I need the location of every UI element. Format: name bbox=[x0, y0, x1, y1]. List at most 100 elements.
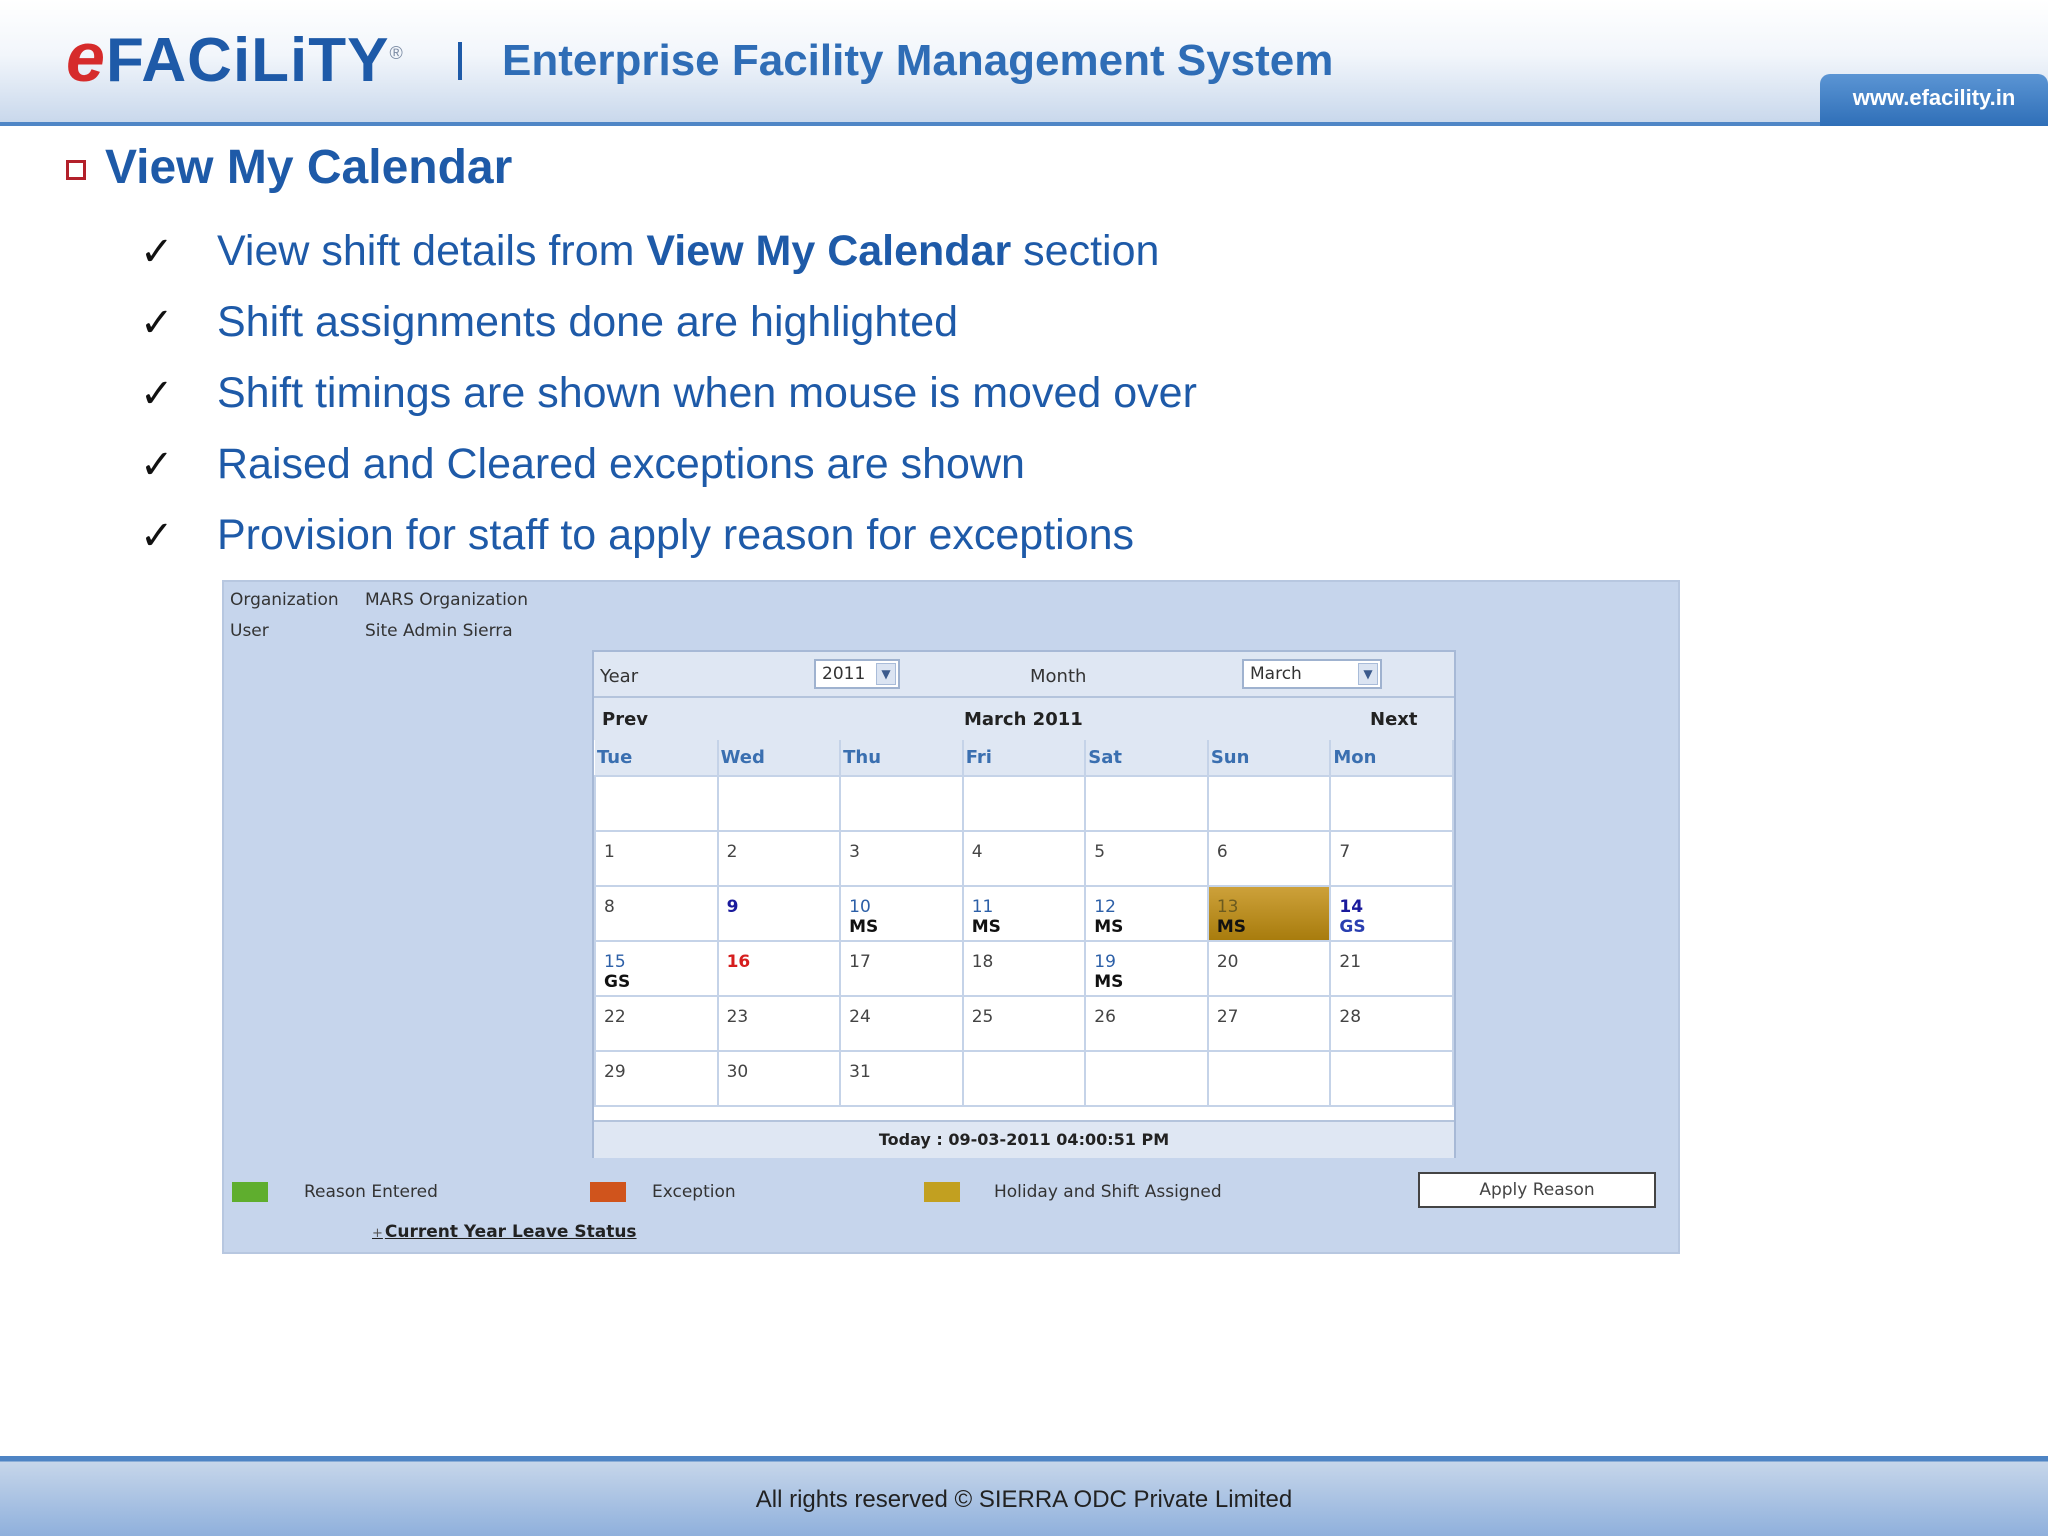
calendar-day-cell bbox=[1329, 1050, 1454, 1107]
calendar-day-cell-shift[interactable]: 12 MS bbox=[1084, 885, 1209, 942]
header-divider bbox=[458, 42, 462, 80]
day-number: 27 bbox=[1216, 1007, 1239, 1027]
calendar-day-cell[interactable]: 29 bbox=[594, 1050, 719, 1107]
next-month-link[interactable]: Next bbox=[1370, 709, 1418, 730]
calendar-day-cell[interactable]: 3 bbox=[839, 830, 964, 887]
day-number: 20 bbox=[1216, 952, 1239, 972]
checkmark-icon: ✓ bbox=[140, 299, 174, 346]
shift-code: MS bbox=[849, 917, 879, 937]
calendar-day-cell-shift[interactable]: 10 MS bbox=[839, 885, 964, 942]
calendar-day-cell[interactable]: 26 bbox=[1084, 995, 1209, 1052]
shift-code: MS bbox=[1216, 917, 1246, 937]
calendar-day-cell[interactable]: 31 bbox=[839, 1050, 964, 1107]
calendar-day-cell[interactable]: 6 bbox=[1206, 830, 1332, 887]
site-url-tab[interactable]: www.efacility.in bbox=[1820, 74, 2048, 126]
expand-plus-icon[interactable]: + bbox=[372, 1226, 383, 1241]
calendar-day-cell[interactable]: 1 bbox=[594, 830, 719, 887]
calendar-day-cell[interactable]: 25 bbox=[961, 995, 1087, 1052]
leave-status-text[interactable]: Current Year Leave Status bbox=[385, 1222, 637, 1242]
calendar-day-cell[interactable]: 4 bbox=[961, 830, 1087, 887]
calendar-day-cell bbox=[594, 775, 719, 832]
year-label: Year bbox=[600, 666, 639, 687]
day-number: 29 bbox=[604, 1062, 626, 1082]
day-number: 14 bbox=[1339, 897, 1364, 917]
day-number: 23 bbox=[726, 1007, 749, 1027]
header-title: Enterprise Facility Management System bbox=[502, 36, 1334, 85]
day-number: 31 bbox=[849, 1062, 871, 1082]
day-number: 11 bbox=[971, 897, 994, 917]
calendar-filter-bar: Year 2011 ▼ Month March ▼ bbox=[594, 652, 1454, 698]
calendar-day-cell[interactable]: 9 bbox=[716, 885, 842, 942]
calendar-day-cell-shift[interactable]: 19 MS bbox=[1084, 940, 1209, 997]
calendar-day-cell[interactable]: 24 bbox=[839, 995, 964, 1052]
month-label: Month bbox=[1030, 666, 1087, 687]
calendar-day-cell[interactable]: 21 bbox=[1329, 940, 1454, 997]
calendar-nav-bar: Prev March 2011 Next bbox=[594, 698, 1454, 740]
efacility-logo: eFACiLiTY® bbox=[66, 22, 404, 95]
calendar-day-cell[interactable]: 8 bbox=[594, 885, 719, 942]
logo-wordmark: FACiLiTY bbox=[105, 26, 390, 95]
calendar-day-cell-shift[interactable]: 15 GS bbox=[594, 940, 719, 997]
checkmark-icon: ✓ bbox=[140, 441, 174, 488]
calendar-day-cell-shift[interactable]: 14 GS bbox=[1329, 885, 1454, 942]
day-number: 12 bbox=[1094, 897, 1116, 917]
slide-footer: All rights reserved © SIERRA ODC Private… bbox=[0, 1456, 2048, 1536]
feature-text: Shift timings are shown when mouse is mo… bbox=[217, 369, 1197, 417]
calendar-day-cell[interactable]: 17 bbox=[839, 940, 964, 997]
day-number: 3 bbox=[849, 842, 860, 862]
day-number: 9 bbox=[726, 897, 739, 917]
calendar-day-cell bbox=[716, 775, 842, 832]
calendar-week-row: 8 9 10 MS 11 MS 12 MS 13 MS 14 GS bbox=[594, 885, 1454, 942]
calendar-day-cell[interactable]: 20 bbox=[1206, 940, 1332, 997]
user-row: User Site Admin Sierra bbox=[230, 621, 513, 641]
feature-item: ✓ View shift details from View My Calend… bbox=[140, 216, 1197, 287]
day-number: 21 bbox=[1339, 952, 1362, 972]
day-number: 25 bbox=[971, 1007, 994, 1027]
calendar-day-cell bbox=[1206, 775, 1332, 832]
slide-title: View My Calendar bbox=[105, 141, 513, 194]
checkmark-icon: ✓ bbox=[140, 228, 174, 275]
calendar-day-cell[interactable]: 22 bbox=[594, 995, 719, 1052]
day-number: 19 bbox=[1094, 952, 1116, 972]
feature-list: ✓ View shift details from View My Calend… bbox=[140, 216, 1197, 571]
calendar-week-row: 15 GS 16 17 18 19 MS 20 21 bbox=[594, 940, 1454, 997]
calendar-day-cell[interactable]: 7 bbox=[1329, 830, 1454, 887]
holiday-shift-swatch bbox=[924, 1182, 960, 1202]
calendar-day-cell[interactable]: 2 bbox=[716, 830, 842, 887]
calendar-day-cell[interactable]: 23 bbox=[716, 995, 842, 1052]
calendar-day-cell[interactable]: 28 bbox=[1329, 995, 1454, 1052]
day-number: 2 bbox=[726, 842, 738, 862]
shift-code: MS bbox=[971, 917, 1001, 937]
day-number: 5 bbox=[1094, 842, 1106, 862]
month-select-value: March bbox=[1250, 664, 1302, 684]
day-number: 16 bbox=[726, 952, 751, 972]
calendar-month-heading: March 2011 bbox=[964, 709, 1083, 730]
organization-value: MARS Organization bbox=[365, 590, 528, 610]
calendar-day-cell-exception[interactable]: 16 bbox=[716, 940, 842, 997]
calendar-day-cell bbox=[1329, 775, 1454, 832]
day-number: 4 bbox=[971, 842, 983, 862]
organization-label: Organization bbox=[230, 590, 339, 610]
feature-text: Provision for staff to apply reason for … bbox=[217, 511, 1135, 559]
current-year-leave-status-link[interactable]: + Current Year Leave Status bbox=[372, 1222, 637, 1242]
day-number: 24 bbox=[849, 1007, 871, 1027]
calendar-day-cell-shift[interactable]: 11 MS bbox=[961, 885, 1087, 942]
calendar-day-cell[interactable]: 5 bbox=[1084, 830, 1209, 887]
day-number: 15 bbox=[604, 952, 626, 972]
month-select[interactable]: March ▼ bbox=[1242, 659, 1382, 689]
exception-label: Exception bbox=[652, 1182, 736, 1202]
user-value: Site Admin Sierra bbox=[365, 621, 513, 641]
calendar-day-cell[interactable]: 30 bbox=[716, 1050, 842, 1107]
feature-text: Shift assignments done are highlighted bbox=[217, 298, 959, 346]
feature-item: ✓ Shift timings are shown when mouse is … bbox=[140, 358, 1197, 429]
year-select[interactable]: 2011 ▼ bbox=[814, 659, 900, 689]
calendar-day-cell[interactable]: 18 bbox=[961, 940, 1087, 997]
calendar-day-cell-holiday-shift[interactable]: 13 MS bbox=[1206, 885, 1332, 942]
apply-reason-button[interactable]: Apply Reason bbox=[1418, 1172, 1656, 1208]
feature-text: View shift details from View My Calendar… bbox=[217, 227, 1160, 275]
calendar-day-cell[interactable]: 27 bbox=[1206, 995, 1332, 1052]
chevron-down-icon[interactable]: ▼ bbox=[876, 663, 896, 685]
shift-code: GS bbox=[1339, 917, 1366, 937]
prev-month-link[interactable]: Prev bbox=[602, 709, 648, 730]
chevron-down-icon[interactable]: ▼ bbox=[1358, 663, 1378, 685]
